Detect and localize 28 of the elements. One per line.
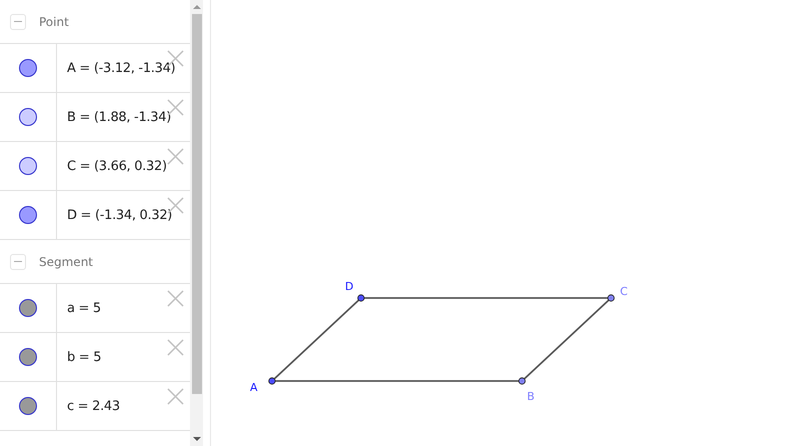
point-marker[interactable] — [268, 377, 276, 385]
scrollbar[interactable] — [190, 0, 203, 446]
visibility-toggle[interactable] — [19, 108, 37, 126]
point-marker[interactable] — [518, 377, 526, 385]
point-marker[interactable] — [607, 294, 615, 302]
algebra-expression[interactable]: A = (-3.12, -1.34) — [67, 60, 176, 76]
point-label: A — [250, 381, 258, 394]
scroll-up-icon[interactable] — [192, 5, 200, 9]
algebra-expression[interactable]: c = 2.43 — [67, 398, 120, 414]
visibility-toggle[interactable] — [19, 299, 37, 317]
scroll-down-icon[interactable] — [192, 437, 200, 441]
visibility-toggle[interactable] — [19, 348, 37, 366]
algebra-expression[interactable]: D = (-1.34, 0.32) — [67, 208, 172, 222]
visibility-toggle[interactable] — [19, 206, 37, 224]
algebra-expression[interactable]: B = (1.88, -1.34) — [67, 110, 171, 124]
point-label: B — [527, 390, 535, 403]
point-marker[interactable] — [357, 294, 365, 302]
visibility-toggle[interactable] — [19, 59, 37, 77]
visibility-toggle[interactable] — [19, 157, 37, 175]
group-title: Segment — [39, 254, 93, 268]
algebra-expression[interactable]: b = 5 — [67, 350, 102, 364]
algebra-expression[interactable]: a = 5 — [67, 300, 101, 316]
algebra-expression[interactable]: C = (3.66, 0.32) — [67, 158, 167, 174]
scrollbar-thumb[interactable] — [192, 14, 202, 394]
group-title: Point — [39, 14, 69, 28]
visibility-toggle[interactable] — [19, 397, 37, 415]
point-label: C — [620, 285, 628, 298]
point-label: D — [345, 280, 354, 293]
